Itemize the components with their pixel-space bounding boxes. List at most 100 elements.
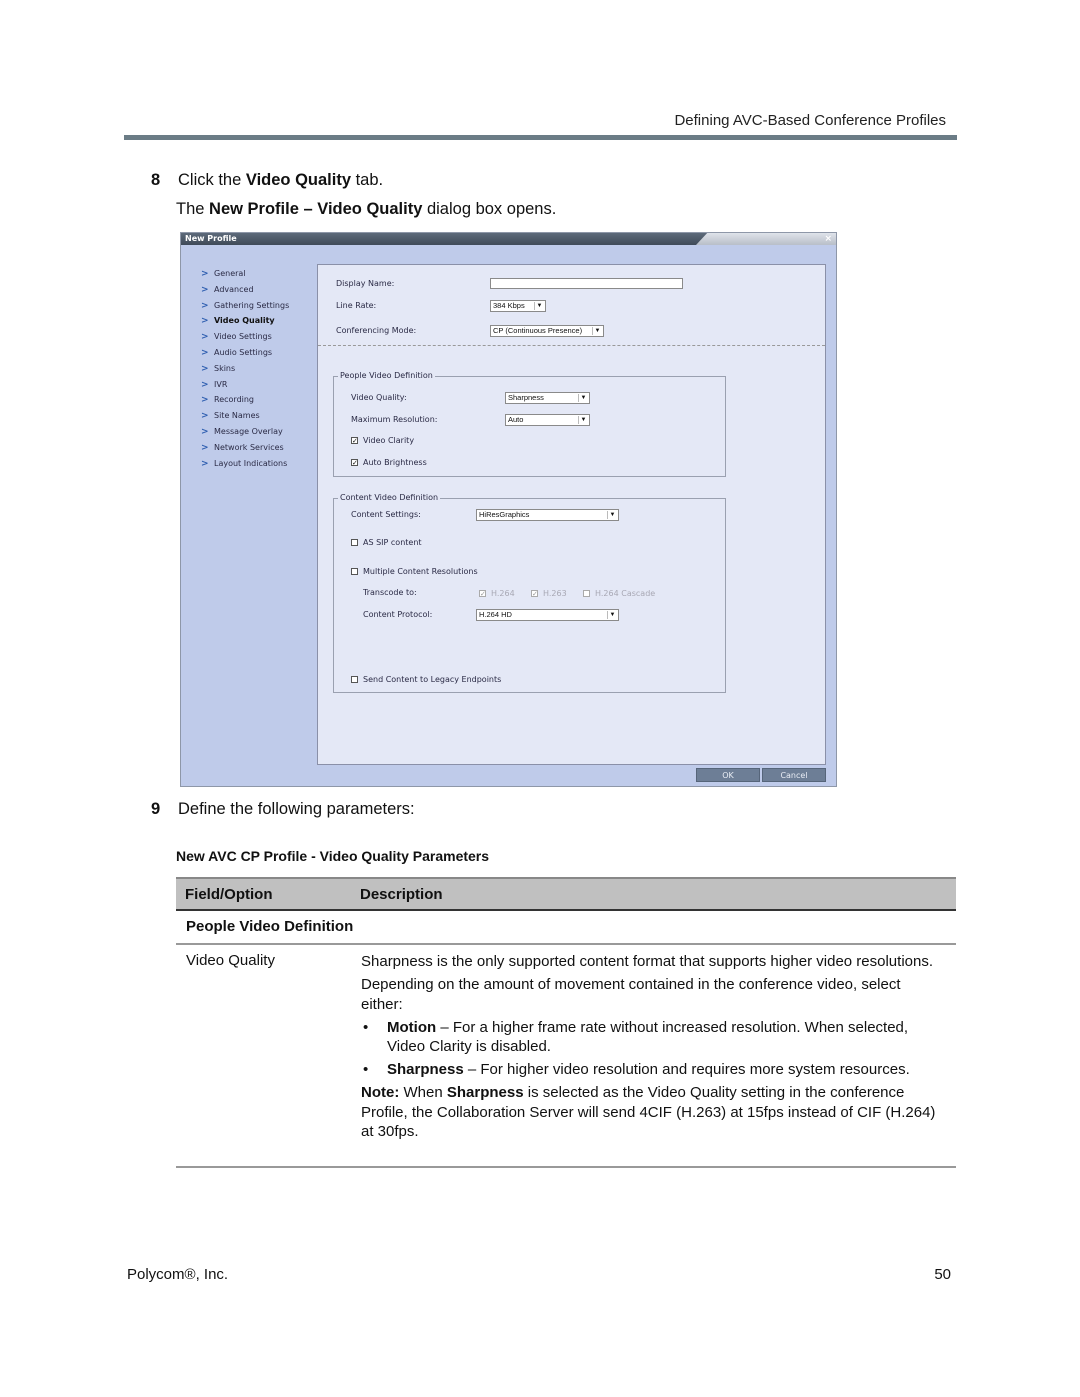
table-caption: New AVC CP Profile - Video Quality Param…	[176, 848, 490, 864]
text: The	[176, 200, 210, 218]
line-rate-select[interactable]: 384 Kbps ▼	[490, 300, 546, 312]
bullet-item: Motion – For a higher frame rate without…	[361, 1018, 946, 1057]
paragraph: Depending on the amount of movement cont…	[361, 976, 901, 1013]
ok-button[interactable]: OK	[696, 768, 760, 782]
transcode-h263-label: H.263	[543, 589, 567, 598]
dropdown-arrow-icon: ▼	[578, 416, 588, 424]
select-value: Auto	[508, 415, 524, 424]
max-resolution-select[interactable]: Auto ▼	[505, 414, 590, 426]
text: dialog box opens.	[422, 200, 557, 218]
nav-item-site-names[interactable]: > Site Names	[201, 408, 289, 424]
nav-item-video-settings[interactable]: > Video Settings	[201, 329, 289, 345]
header-rule	[124, 135, 957, 140]
nav-item-audio-settings[interactable]: > Audio Settings	[201, 345, 289, 361]
chevron-right-icon: >	[201, 395, 209, 406]
chevron-right-icon: >	[201, 300, 209, 311]
transcode-to-label: Transcode to:	[363, 588, 417, 597]
bullet-item: Sharpness – For higher video resolution …	[361, 1060, 946, 1080]
select-value: CP (Continuous Presence)	[493, 326, 583, 335]
multiple-content-resolutions-checkbox[interactable]	[351, 568, 358, 575]
step-text: Click the	[178, 171, 246, 189]
nav-label: IVR	[214, 379, 228, 389]
nav-item-layout-indications[interactable]: > Layout Indications	[201, 456, 289, 472]
transcode-h263-checkbox[interactable]: ✓	[531, 590, 538, 598]
column-header: Field/Option	[185, 886, 273, 903]
step-8: 8 Click the Video Quality tab.	[151, 171, 383, 190]
nav-item-message-overlay[interactable]: > Message Overlay	[201, 424, 289, 440]
bold-text: New Profile – Video Quality	[209, 200, 423, 218]
text: When	[399, 1084, 447, 1101]
line-rate-label: Line Rate:	[336, 301, 377, 310]
nav-item-skins[interactable]: > Skins	[201, 361, 289, 377]
as-sip-content-checkbox[interactable]	[351, 539, 358, 546]
dropdown-arrow-icon: ▼	[607, 611, 617, 619]
send-content-legacy-label: Send Content to Legacy Endpoints	[363, 675, 502, 684]
dropdown-arrow-icon: ▼	[607, 511, 617, 519]
nav-label: Audio Settings	[214, 347, 273, 357]
step-9: 9 Define the following parameters:	[151, 800, 415, 819]
as-sip-content-label: AS SIP content	[363, 538, 422, 547]
step-number: 8	[151, 171, 161, 189]
footer-company: Polycom®, Inc.	[127, 1266, 229, 1283]
nav-item-network-services[interactable]: > Network Services	[201, 440, 289, 456]
nav-label: General	[214, 269, 246, 278]
dropdown-arrow-icon: ▼	[592, 327, 602, 335]
content-settings-select[interactable]: HiResGraphics ▼	[476, 509, 619, 521]
chevron-right-icon: >	[201, 411, 209, 422]
table-divider	[176, 943, 956, 945]
chevron-right-icon: >	[201, 269, 209, 279]
display-name-label: Display Name:	[336, 279, 395, 288]
chevron-right-icon: >	[201, 458, 209, 469]
nav-label: Advanced	[214, 284, 254, 294]
transcode-h264-checkbox[interactable]: ✓	[479, 590, 486, 598]
text: – For higher video resolution and requir…	[463, 1061, 910, 1078]
step-text: tab.	[351, 171, 384, 189]
video-clarity-checkbox[interactable]: ✓	[351, 437, 358, 445]
chevron-right-icon: >	[201, 332, 209, 343]
bold-text: Motion	[387, 1018, 437, 1036]
dialog-title-bar: New Profile ×	[181, 233, 836, 245]
page-number: 50	[934, 1266, 951, 1283]
nav-item-advanced[interactable]: > Advanced	[201, 282, 289, 298]
close-icon[interactable]: ×	[824, 233, 832, 245]
step-number: 9	[151, 800, 161, 818]
auto-brightness-checkbox[interactable]: ✓	[351, 459, 358, 467]
display-name-input[interactable]	[490, 278, 683, 289]
nav-item-ivr[interactable]: > IVR	[201, 377, 289, 393]
nav-label: Site Names	[214, 411, 260, 421]
table-cell-field: Video Quality	[186, 952, 275, 969]
send-content-legacy-checkbox[interactable]	[351, 676, 358, 683]
chevron-right-icon: >	[201, 442, 209, 453]
cancel-button[interactable]: Cancel	[762, 768, 826, 782]
paragraph: Sharpness is the only supported content …	[361, 953, 933, 970]
profile-nav: > General > Advanced > Gathering Settings >…	[201, 266, 289, 471]
transcode-h264-cascade-label: H.264 Cascade	[595, 589, 656, 598]
max-resolution-label: Maximum Resolution:	[351, 415, 438, 424]
table-group-heading: People Video Definition	[186, 918, 354, 935]
group-title: People Video Definition	[338, 371, 435, 380]
nav-label: Video Quality	[214, 316, 275, 326]
dialog-title: New Profile	[185, 234, 237, 243]
text: – For a higher frame rate without increa…	[387, 1018, 909, 1056]
conferencing-mode-label: Conferencing Mode:	[336, 326, 417, 335]
conferencing-mode-select[interactable]: CP (Continuous Presence) ▼	[490, 325, 604, 337]
content-protocol-label: Content Protocol:	[363, 610, 433, 619]
chevron-right-icon: >	[201, 347, 209, 358]
transcode-h264-label: H.264	[491, 589, 515, 598]
nav-item-recording[interactable]: > Recording	[201, 392, 289, 408]
nav-label: Network Services	[214, 442, 284, 452]
nav-item-video-quality[interactable]: > Video Quality	[201, 313, 289, 329]
bold-text: Sharpness	[446, 1084, 524, 1101]
people-video-group: People Video Definition Video Quality: S…	[333, 371, 726, 477]
content-protocol-select[interactable]: H.264 HD ▼	[476, 609, 619, 621]
bold-text: Sharpness	[387, 1061, 464, 1078]
step-text: Define the following parameters:	[178, 800, 415, 818]
nav-item-general[interactable]: > General	[201, 266, 289, 282]
nav-label: Message Overlay	[214, 426, 283, 436]
step-bold: Video Quality	[245, 171, 351, 189]
chevron-right-icon: >	[201, 379, 209, 390]
column-header: Description	[360, 886, 443, 903]
transcode-h264-cascade-checkbox[interactable]	[583, 590, 590, 597]
nav-item-gathering-settings[interactable]: > Gathering Settings	[201, 298, 289, 314]
video-quality-select[interactable]: Sharpness ▼	[505, 392, 590, 404]
